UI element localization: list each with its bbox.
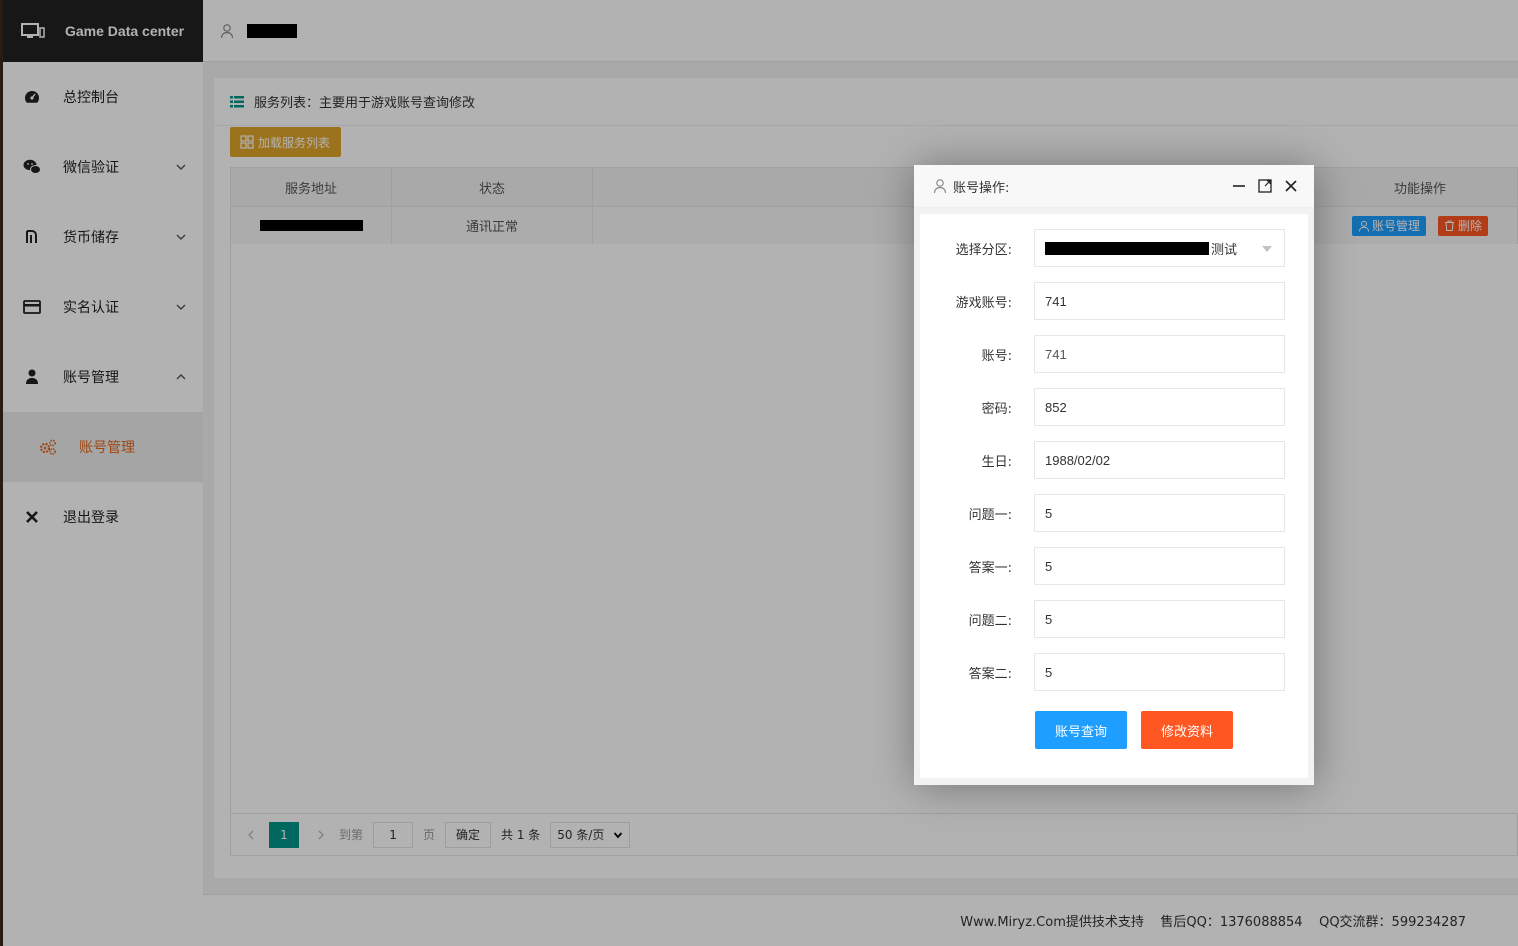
zone-select[interactable]: 测试 bbox=[1034, 229, 1285, 267]
form-row-birthday: 生日: bbox=[920, 441, 1308, 479]
form-row-answer1: 答案一: bbox=[920, 547, 1308, 585]
game-account-label: 游戏账号: bbox=[955, 295, 1012, 311]
form-row-question2: 问题二: bbox=[920, 600, 1308, 638]
dialog-form: 选择分区: 测试 游戏账号: 账号: 密码: 生日: 问题一: bbox=[920, 214, 1308, 778]
account-input[interactable] bbox=[1045, 346, 1284, 362]
form-row-account: 账号: bbox=[920, 335, 1308, 373]
account-label: 账号: bbox=[981, 348, 1012, 364]
game-account-input[interactable] bbox=[1045, 293, 1284, 309]
form-row-question1: 问题一: bbox=[920, 494, 1308, 532]
password-input[interactable] bbox=[1045, 399, 1284, 415]
close-icon[interactable] bbox=[1284, 179, 1298, 193]
modify-profile-button[interactable]: 修改资料 bbox=[1141, 711, 1233, 749]
answer2-label: 答案二: bbox=[968, 666, 1012, 682]
dialog-window-controls bbox=[1232, 179, 1298, 193]
question2-input[interactable] bbox=[1045, 611, 1284, 627]
question1-label: 问题一: bbox=[968, 507, 1012, 523]
answer1-input[interactable] bbox=[1045, 558, 1284, 574]
question1-input[interactable] bbox=[1045, 505, 1284, 521]
form-row-answer2: 答案二: bbox=[920, 653, 1308, 691]
form-row-password: 密码: bbox=[920, 388, 1308, 426]
zone-name-redacted bbox=[1045, 241, 1209, 255]
maximize-icon[interactable] bbox=[1258, 179, 1272, 193]
user-outline-icon bbox=[933, 179, 947, 194]
password-label: 密码: bbox=[981, 401, 1012, 417]
question2-label: 问题二: bbox=[968, 613, 1012, 629]
answer1-label: 答案一: bbox=[968, 560, 1012, 576]
birthday-input[interactable] bbox=[1045, 452, 1284, 468]
minimize-icon[interactable] bbox=[1232, 179, 1246, 193]
zone-label: 选择分区: bbox=[955, 242, 1012, 258]
form-row-zone: 选择分区: 测试 bbox=[920, 229, 1308, 267]
dialog-title: 账号操作: bbox=[953, 180, 1010, 196]
account-operation-dialog: 账号操作: 选择分区: 测试 游戏账号: 账号: 密码: 生日: bbox=[914, 165, 1314, 785]
account-query-button[interactable]: 账号查询 bbox=[1035, 711, 1127, 749]
answer2-input[interactable] bbox=[1045, 664, 1284, 680]
caret-down-icon bbox=[1262, 246, 1272, 252]
form-row-game-account: 游戏账号: bbox=[920, 282, 1308, 320]
zone-select-value: 测试 bbox=[1211, 242, 1238, 258]
birthday-label: 生日: bbox=[981, 454, 1012, 470]
